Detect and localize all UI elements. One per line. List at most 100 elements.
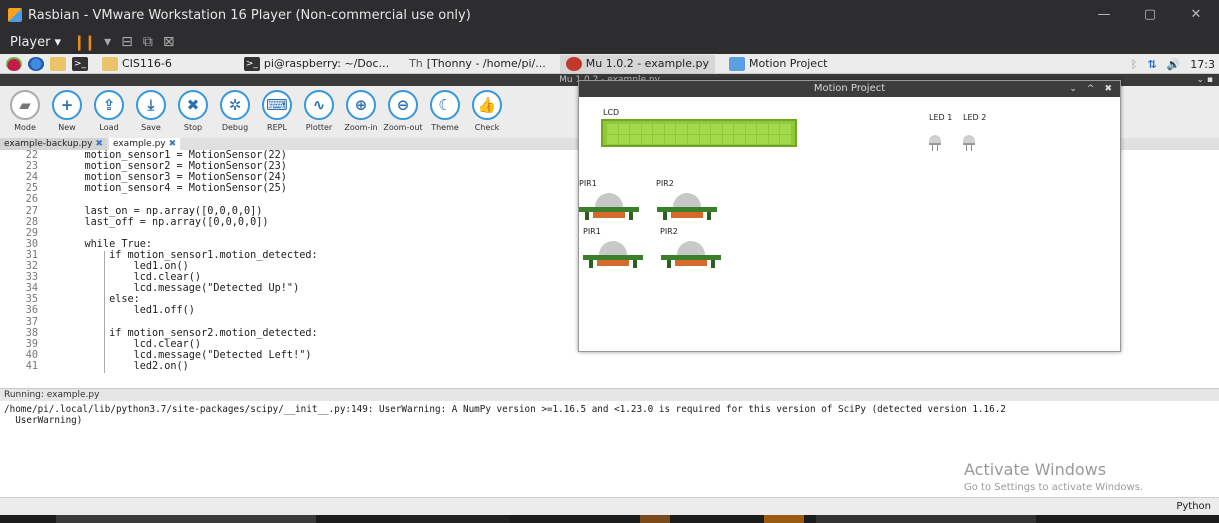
close-button[interactable]: ✖ <box>1104 81 1112 97</box>
code-text: lcd.clear() <box>60 338 202 350</box>
toolbar-save-button[interactable]: ⤓ Save <box>130 86 172 132</box>
taskbar-item-mu[interactable]: Mu 1.0.2 - example.py <box>559 54 715 73</box>
code-line: 41 led2.on() <box>0 361 1219 372</box>
code-text: if motion_sensor2.motion_detected: <box>60 327 318 339</box>
send-ctrl-alt-del-icon[interactable]: ⊟ <box>121 34 133 50</box>
led1-label: LED 1 <box>929 113 953 122</box>
tab-example[interactable]: example.py ✖ <box>108 138 181 150</box>
toolbar-load-button[interactable]: ⇪ Load <box>88 86 130 132</box>
lcd-cell <box>630 124 641 134</box>
toolbar-new-button[interactable]: + New <box>46 86 88 132</box>
vmware-toolbar: Player ▾ ❙❙ ▾ ⊟ ⧉ ⊠ <box>0 30 1219 54</box>
terminal-icon: >_ <box>243 56 260 71</box>
bluetooth-icon[interactable]: ᛒ <box>1131 58 1138 71</box>
code-text: lcd.clear() <box>60 272 202 284</box>
lcd-cell <box>711 134 722 144</box>
host-taskbar-item[interactable] <box>816 515 1036 523</box>
network-icon[interactable]: ⇅ <box>1147 58 1156 71</box>
window-controls: — ▢ ✕ <box>1081 0 1219 30</box>
pir-sensor-icon <box>657 193 717 220</box>
pir-sensor-icon <box>583 241 643 268</box>
lcd-cell <box>630 134 641 144</box>
toolbar-theme-button[interactable]: ☾ Theme <box>424 86 466 132</box>
lcd-cell <box>687 124 699 134</box>
code-text: led2.on() <box>60 360 189 372</box>
lcd-cell <box>745 124 757 134</box>
taskbar-item-thonny[interactable]: Th [Thonny - /home/pi/... <box>403 55 552 73</box>
window-icon <box>729 56 745 71</box>
toolbar-zoom-in-button[interactable]: ⊕ Zoom-in <box>340 86 382 132</box>
host-taskbar-item[interactable] <box>400 515 510 523</box>
status-bar: Python <box>0 497 1219 515</box>
line-number: 23 <box>25 161 38 173</box>
unity-icon[interactable]: ⊠ <box>163 34 175 50</box>
lcd-cell <box>757 124 768 134</box>
raspbian-taskbar: >_ CIS116-6 >_ pi@raspberry: ~/Doc... Th… <box>0 54 1219 74</box>
mode-indicator[interactable]: Python <box>1176 501 1211 512</box>
toolbar-button-label: Zoom-out <box>383 123 423 132</box>
lcd-cell <box>664 124 676 134</box>
close-button[interactable]: ✕ <box>1173 0 1219 30</box>
minimize-button[interactable]: — <box>1081 0 1127 30</box>
maximize-button[interactable]: ▢ <box>1127 0 1173 30</box>
tab-label: example-backup.py <box>4 139 93 149</box>
toolbar-button-label: New <box>58 123 76 132</box>
minimize-button[interactable]: ⌄ <box>1069 81 1077 97</box>
taskbar-item-label: Motion Project <box>749 57 828 70</box>
toolbar-button-label: Load <box>99 123 119 132</box>
code-text: motion_sensor2 = MotionSensor(23) <box>60 161 287 173</box>
mu-window-controls[interactable]: ⌄ ▪ <box>1196 74 1213 86</box>
code-text: if motion_sensor1.motion_detected: <box>60 249 318 261</box>
taskbar-item-label: pi@raspberry: ~/Doc... <box>263 57 390 70</box>
caret-down-icon[interactable]: ▾ <box>104 34 111 50</box>
toolbar-plotter-button[interactable]: ∿ Plotter <box>298 86 340 132</box>
folder-icon <box>102 56 118 71</box>
toolbar-button-label: Debug <box>221 123 249 132</box>
maximize-button[interactable]: ^ <box>1087 81 1095 97</box>
taskbar-item-motion-project[interactable]: Motion Project <box>723 55 833 73</box>
pause-icon[interactable]: ❙❙ <box>73 33 96 51</box>
toolbar-zoom-out-button[interactable]: ⊖ Zoom-out <box>382 86 424 132</box>
download-icon: ⤓ <box>136 90 166 120</box>
code-text: lcd.message("Detected Up!") <box>60 283 300 295</box>
lcd-cell <box>687 134 699 144</box>
toolbar-button-label: Theme <box>431 123 459 132</box>
lcd-display <box>601 119 797 147</box>
line-number: 24 <box>25 172 38 184</box>
close-icon[interactable]: ✖ <box>169 139 177 149</box>
line-number: 22 <box>25 150 38 161</box>
volume-icon[interactable]: 🔊 <box>1167 58 1181 71</box>
zoom-in-icon: ⊕ <box>346 90 376 120</box>
player-menu[interactable]: Player ▾ <box>10 35 61 50</box>
terminal-icon[interactable]: >_ <box>72 56 88 71</box>
host-taskbar-item[interactable] <box>764 515 804 523</box>
pulse-icon: ∿ <box>304 90 334 120</box>
lcd-cell <box>780 124 791 134</box>
file-manager-icon[interactable] <box>50 56 66 71</box>
led2-label: LED 2 <box>963 113 987 122</box>
raspberry-menu-icon[interactable] <box>6 56 22 71</box>
led2-icon <box>963 135 975 151</box>
toolbar-stop-button[interactable]: ✖ Stop <box>172 86 214 132</box>
close-icon[interactable]: ✖ <box>95 139 103 149</box>
tab-example-backup[interactable]: example-backup.py ✖ <box>0 138 107 150</box>
host-taskbar-item[interactable] <box>640 515 670 523</box>
toolbar-repl-button[interactable]: ⌨ REPL <box>256 86 298 132</box>
fullscreen-icon[interactable]: ⧉ <box>143 34 153 50</box>
browser-icon[interactable] <box>28 56 44 71</box>
activate-title: Activate Windows <box>964 460 1107 479</box>
lcd-cell <box>641 134 653 144</box>
taskbar-item-terminal[interactable]: >_ pi@raspberry: ~/Doc... <box>238 55 395 73</box>
taskbar-item-folder[interactable]: CIS116-6 <box>96 55 178 73</box>
lcd-cell <box>607 134 618 144</box>
mode-icon: ▰ <box>10 90 40 120</box>
lcd-cell <box>676 134 687 144</box>
player-menu-label: Player <box>10 34 51 50</box>
host-taskbar-item[interactable] <box>56 515 316 523</box>
moon-icon: ☾ <box>430 90 460 120</box>
toolbar-debug-button[interactable]: ✲ Debug <box>214 86 256 132</box>
code-text: motion_sensor4 = MotionSensor(25) <box>60 183 287 195</box>
toolbar-check-button[interactable]: 👍 Check <box>466 86 508 132</box>
line-number: 36 <box>25 305 38 317</box>
toolbar-mode-button[interactable]: ▰ Mode <box>4 86 46 132</box>
